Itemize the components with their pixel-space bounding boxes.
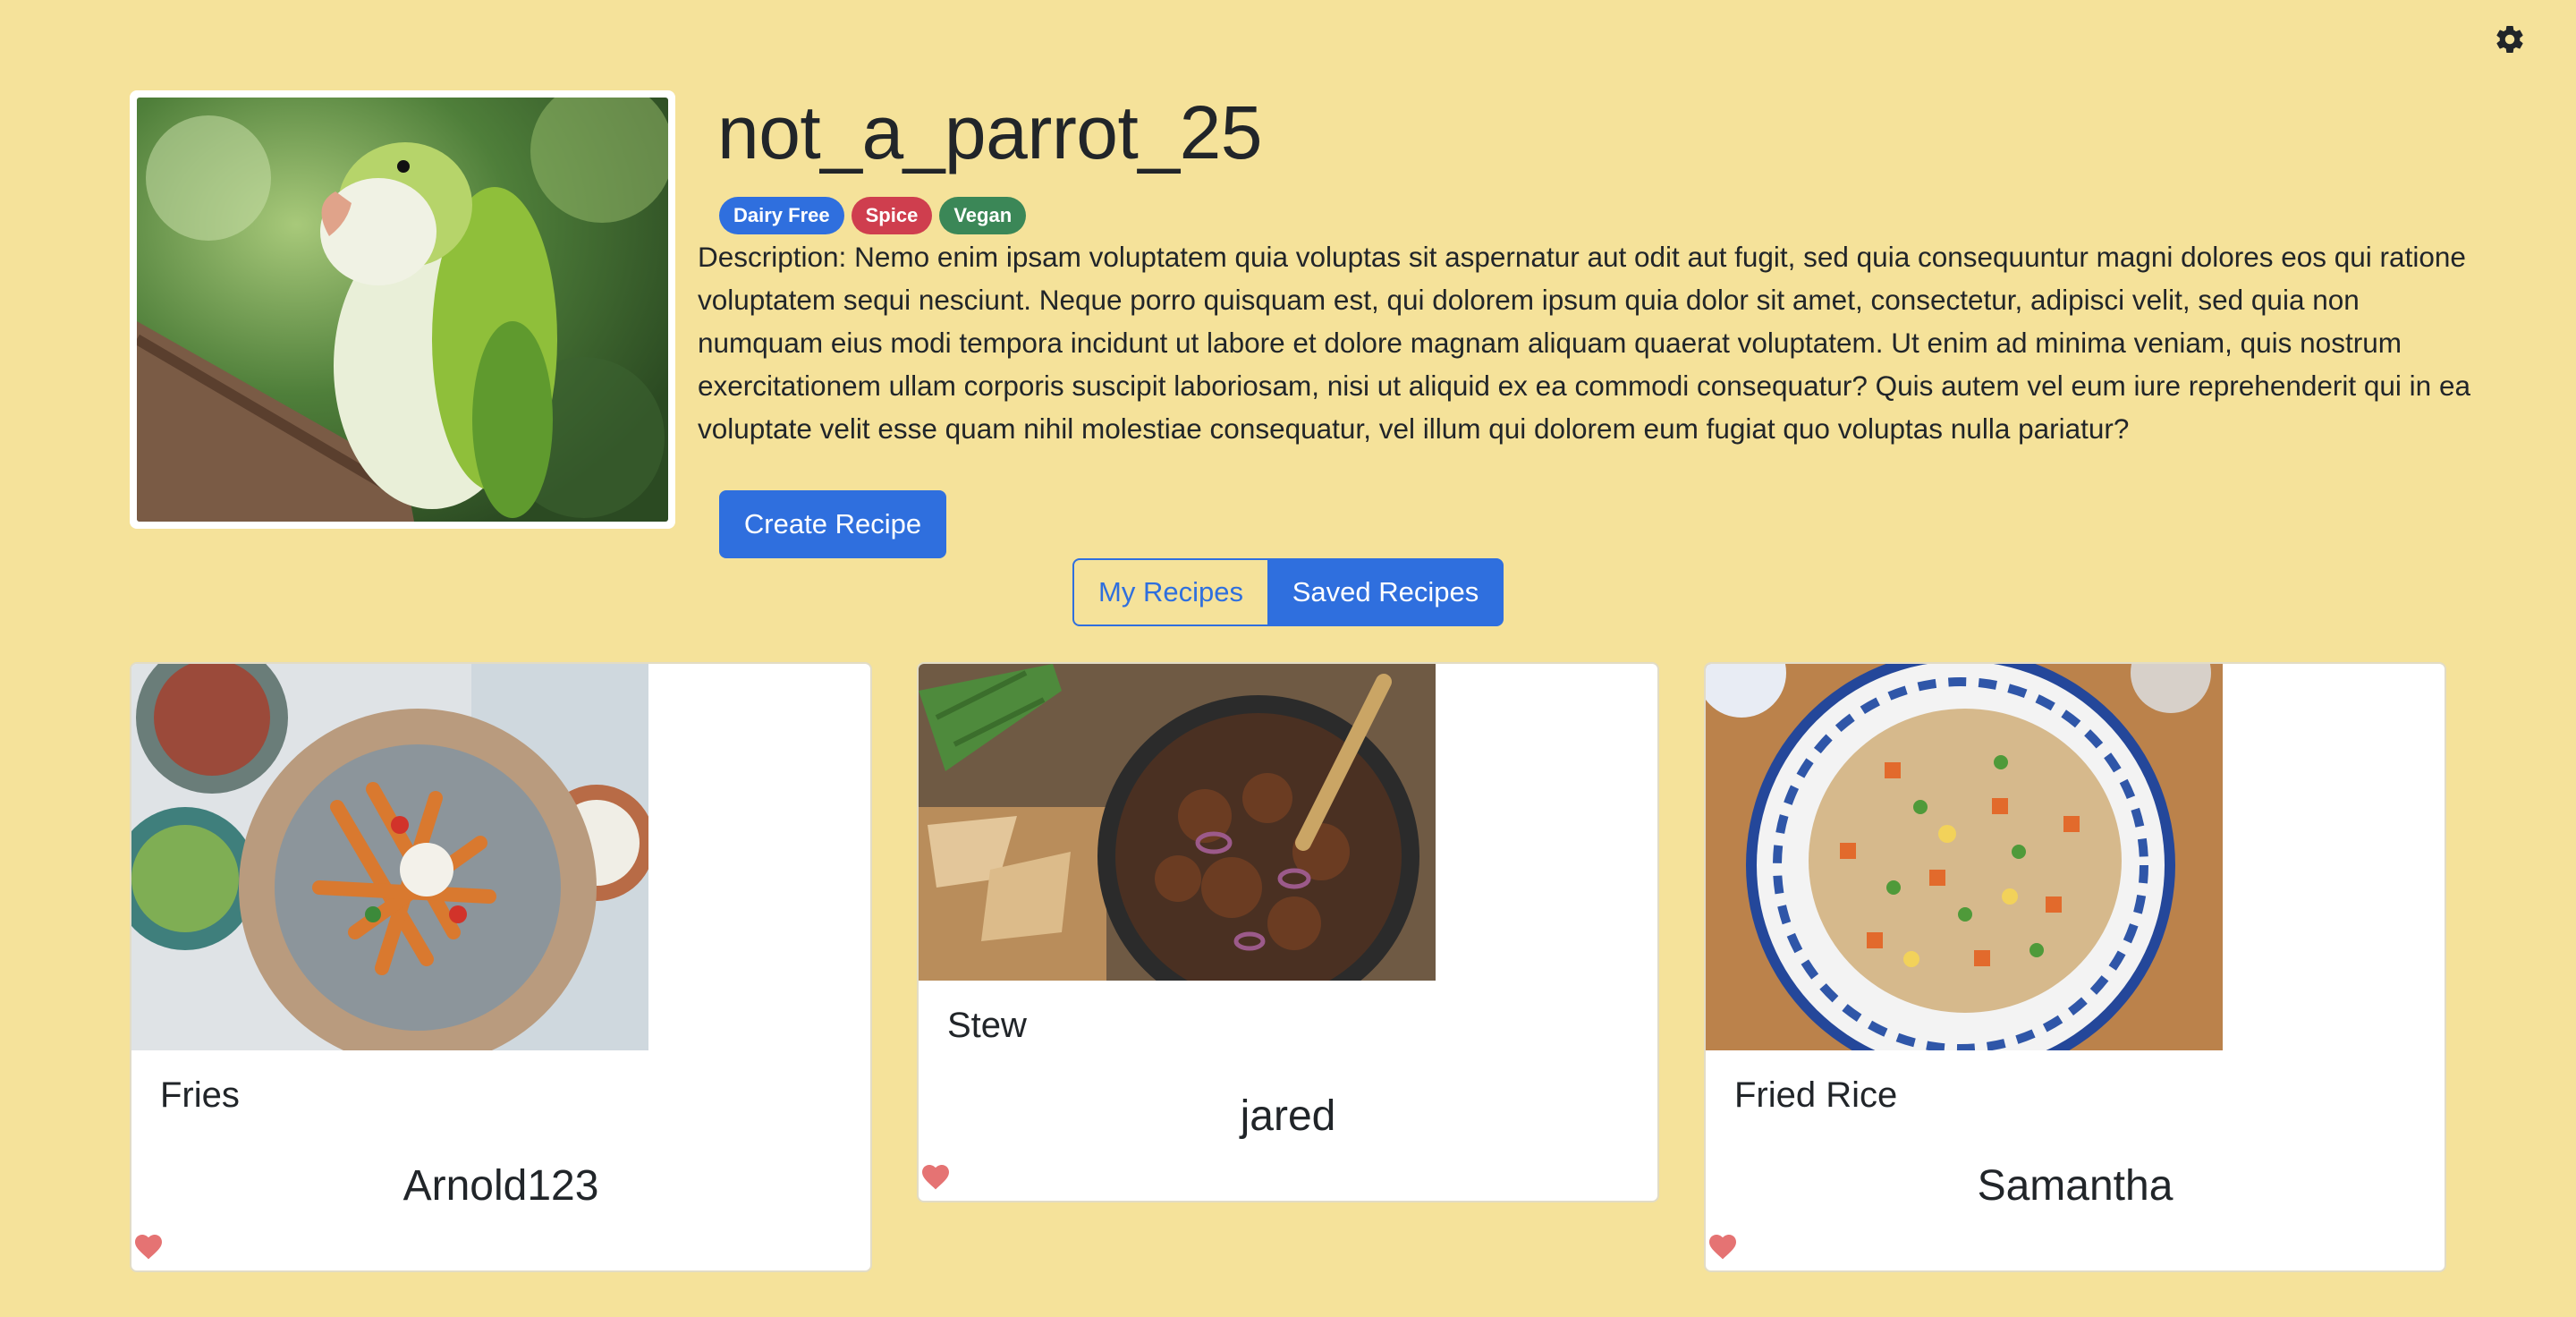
badge-spice: Spice <box>851 197 933 234</box>
settings-gear-icon[interactable] <box>2494 23 2526 55</box>
recipe-card[interactable]: Fries Arnold123 <box>130 662 872 1272</box>
profile-avatar <box>130 90 675 529</box>
badge-dairy-free: Dairy Free <box>719 197 844 234</box>
heart-icon[interactable] <box>920 1163 951 1190</box>
recipe-tab-toggle: My Recipes Saved Recipes <box>1072 558 1504 626</box>
tab-saved-recipes[interactable]: Saved Recipes <box>1269 558 1504 626</box>
heart-icon[interactable] <box>1707 1233 1738 1260</box>
recipe-author: Samantha <box>1977 1162 2174 1210</box>
badge-vegan: Vegan <box>939 197 1027 234</box>
create-recipe-button[interactable]: Create Recipe <box>719 490 946 558</box>
recipe-image-stew <box>919 664 1436 981</box>
recipe-image-fries <box>131 664 648 1050</box>
recipe-author: jared <box>1240 1092 1336 1140</box>
recipe-card[interactable]: Stew jared <box>917 662 1659 1202</box>
recipe-image-fried-rice <box>1706 664 2223 1050</box>
recipe-title: Stew <box>947 1006 1027 1045</box>
heart-icon[interactable] <box>133 1233 164 1260</box>
profile-description: Description: Nemo enim ipsam voluptatem … <box>698 241 2470 445</box>
recipe-author: Arnold123 <box>402 1162 599 1210</box>
recipe-title: Fried Rice <box>1734 1075 1898 1115</box>
dietary-badges: Dairy Free Spice Vegan <box>719 197 1027 234</box>
tab-my-recipes[interactable]: My Recipes <box>1072 558 1269 626</box>
recipe-card[interactable]: Fried Rice Samantha <box>1704 662 2446 1272</box>
profile-username: not_a_parrot_25 <box>717 90 1263 174</box>
recipe-title: Fries <box>160 1075 240 1115</box>
parrot-avatar-image <box>137 98 668 522</box>
